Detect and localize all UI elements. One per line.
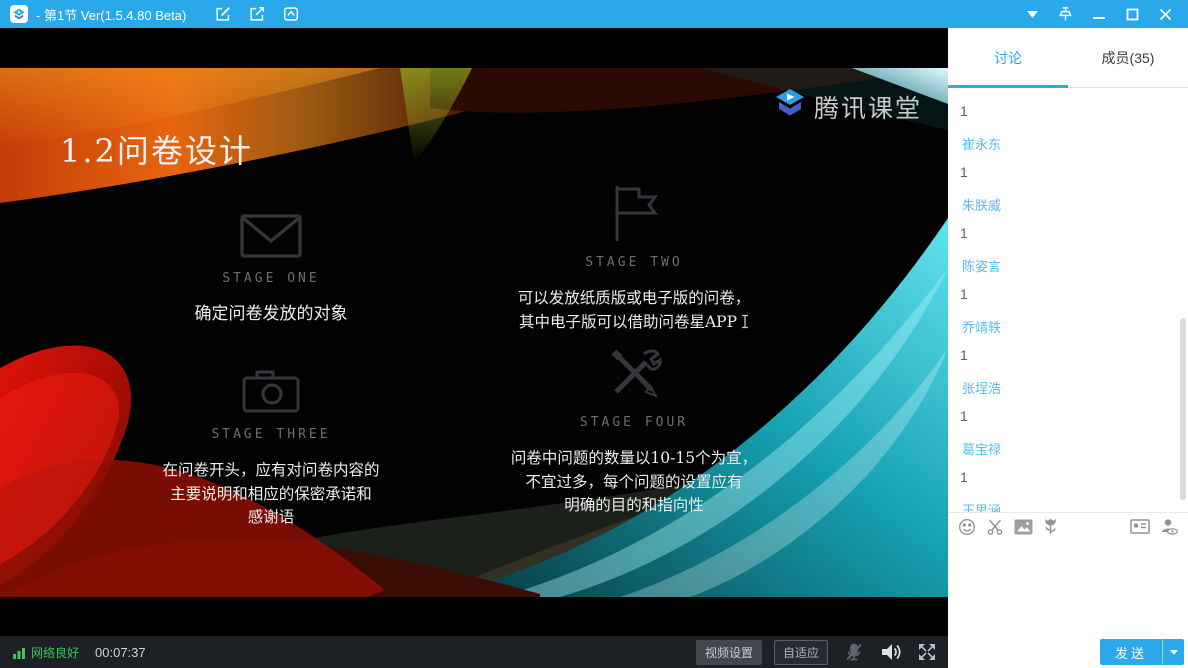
video-status-bar: 网络良好 00:07:37 视频设置 自适应 xyxy=(0,636,948,668)
chat-message-text: 1 xyxy=(960,408,1188,424)
chat-message-text: 1 xyxy=(960,286,1188,302)
fit-mode-button[interactable]: 自适应 xyxy=(774,640,828,665)
chat-scrollbar-thumb[interactable] xyxy=(1180,318,1186,500)
pin-window-icon[interactable] xyxy=(1058,6,1073,22)
chat-sender-name: 王思涵 xyxy=(962,500,1188,512)
stage-four-text-line2: 不宜过多，每个问题的设置应有 xyxy=(450,471,818,495)
title-bar: - 第1节 Ver(1.5.4.80 Beta) xyxy=(0,0,1188,28)
stage-one-text: 确定问卷发放的对象 xyxy=(110,303,432,327)
send-button[interactable]: 发送 xyxy=(1100,639,1162,665)
network-status: 网络良好 xyxy=(12,644,79,661)
presentation-slide: 1.2问卷设计 腾讯课堂 STAGE ONE 确定问卷发放的对象 xyxy=(0,68,948,597)
stage-one-label: STAGE ONE xyxy=(110,271,432,286)
send-button-group: 发送 xyxy=(1100,639,1184,665)
chat-message: 张埕浩 1 xyxy=(948,378,1188,424)
chat-message-list: 1 崔永东 1 朱朕威 1 陈姿言 1 乔靖轶 1 张埕浩 1 葛宝禄 1 王思… xyxy=(948,88,1188,512)
stage-two-text-line2: 其中电子版可以借助问卷星APP xyxy=(450,311,818,337)
minimize-button[interactable] xyxy=(1093,8,1106,21)
chat-sender-name: 葛宝禄 xyxy=(962,439,1188,458)
stage-four-text-line1: 问卷中问题的数量以10-15个为宜， xyxy=(450,447,818,471)
chat-sender-name: 张埕浩 xyxy=(962,378,1188,397)
window-title: - 第1节 Ver(1.5.4.80 Beta) xyxy=(36,5,186,24)
member-visibility-icon[interactable] xyxy=(1160,518,1178,535)
chat-sender-name: 崔永东 xyxy=(962,134,1188,153)
stage-three-text-line2: 主要说明和相应的保密承诺和 xyxy=(110,483,432,507)
chat-message-text: 1 xyxy=(960,347,1188,363)
stage-four-label: STAGE FOUR xyxy=(450,415,818,430)
send-options-dropdown[interactable] xyxy=(1162,639,1184,665)
stage-three-text-line1: 在问卷开头，应有对问卷内容的 xyxy=(110,459,432,483)
tab-members[interactable]: 成员(35) xyxy=(1068,28,1188,87)
envelope-icon xyxy=(110,196,432,258)
stage-four-text-line3: 明确的目的和指向性 xyxy=(450,494,818,518)
stage-three-label: STAGE THREE xyxy=(110,427,432,442)
camera-icon xyxy=(110,352,432,414)
chat-sender-name: 朱朕威 xyxy=(962,195,1188,214)
edit-lesson-icon[interactable] xyxy=(214,5,232,23)
stage-two-label: STAGE TWO xyxy=(450,255,818,270)
stage-two-block: STAGE TWO 可以发放纸质版或电子版的问卷， 其中电子版可以借助问卷星AP… xyxy=(450,180,818,336)
stage-two-text-line1: 可以发放纸质版或电子版的问卷， xyxy=(450,287,818,311)
chat-message: 朱朕威 1 xyxy=(948,195,1188,241)
microphone-muted-icon[interactable] xyxy=(844,642,864,662)
chat-message: 乔靖轶 1 xyxy=(948,317,1188,363)
screenshot-scissors-icon[interactable] xyxy=(986,518,1004,536)
course-home-icon[interactable] xyxy=(282,5,300,23)
tab-discussion[interactable]: 讨论 xyxy=(948,28,1068,87)
chat-input-area[interactable] xyxy=(948,540,1188,636)
chat-message: 崔永东 1 xyxy=(948,134,1188,180)
flag-icon xyxy=(450,180,818,242)
emoji-icon[interactable] xyxy=(958,518,976,536)
chat-message: 王思涵 1 xyxy=(948,500,1188,512)
chat-toolbar xyxy=(948,512,1188,540)
name-card-icon[interactable] xyxy=(1130,519,1150,534)
send-row: 发送 xyxy=(948,636,1188,668)
chevron-down-icon[interactable] xyxy=(1027,11,1038,18)
chat-sidebar: 讨论 成员(35) 1 崔永东 1 朱朕威 1 陈姿言 xyxy=(948,28,1188,668)
active-tab-underline xyxy=(948,85,1068,88)
flower-gift-icon[interactable] xyxy=(1043,518,1058,536)
video-area: 1.2问卷设计 腾讯课堂 STAGE ONE 确定问卷发放的对象 xyxy=(0,28,948,668)
brand-name: 腾讯课堂 xyxy=(814,89,922,125)
chat-message-text: 1 xyxy=(960,164,1188,180)
slide-title: 1.2问卷设计 xyxy=(60,126,253,172)
network-signal-icon xyxy=(12,646,26,659)
stage-one-block: STAGE ONE 确定问卷发放的对象 xyxy=(110,196,432,327)
maximize-button[interactable] xyxy=(1126,8,1139,21)
brand-watermark: 腾讯课堂 xyxy=(775,88,922,125)
elapsed-timer: 00:07:37 xyxy=(95,645,146,660)
chat-sender-name: 陈姿言 xyxy=(962,256,1188,275)
speaker-icon[interactable] xyxy=(880,642,902,662)
chat-message: 1 xyxy=(948,103,1188,119)
share-icon[interactable] xyxy=(248,5,266,23)
stage-four-block: STAGE FOUR 问卷中问题的数量以10-15个为宜， 不宜过多，每个问题的… xyxy=(450,340,818,518)
chat-message-text: 1 xyxy=(960,469,1188,485)
app-logo-icon xyxy=(10,5,28,23)
image-icon[interactable] xyxy=(1014,519,1033,535)
sidebar-tabs: 讨论 成员(35) xyxy=(948,28,1188,88)
close-button[interactable] xyxy=(1159,8,1172,21)
chat-message: 葛宝禄 1 xyxy=(948,439,1188,485)
stage-three-text-line3: 感谢语 xyxy=(110,506,432,530)
text-cursor-icon xyxy=(741,313,749,337)
tencent-classroom-logo-icon xyxy=(775,88,805,125)
fullscreen-icon[interactable] xyxy=(918,643,936,661)
chevron-down-icon xyxy=(1170,650,1178,655)
chat-message-text: 1 xyxy=(960,103,1188,119)
chat-sender-name: 乔靖轶 xyxy=(962,317,1188,336)
chat-message-text: 1 xyxy=(960,225,1188,241)
tools-icon xyxy=(450,340,818,402)
video-settings-button[interactable]: 视频设置 xyxy=(696,640,762,665)
chat-message: 陈姿言 1 xyxy=(948,256,1188,302)
network-status-label: 网络良好 xyxy=(31,644,79,661)
stage-three-block: STAGE THREE 在问卷开头，应有对问卷内容的 主要说明和相应的保密承诺和… xyxy=(110,352,432,530)
